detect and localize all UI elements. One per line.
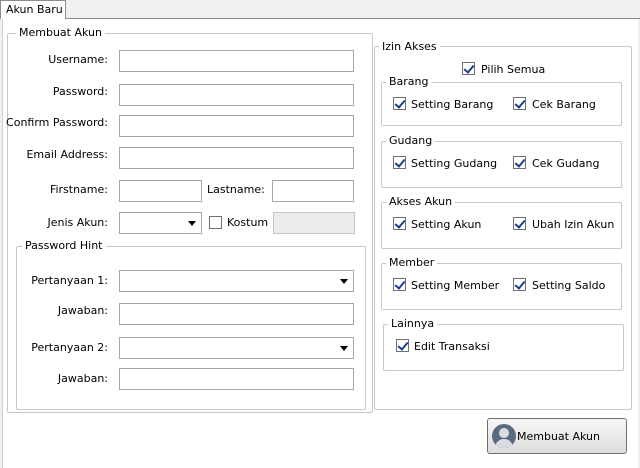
gudang-legend: Gudang (386, 135, 436, 147)
lainnya-legend: Lainnya (388, 318, 438, 330)
cek-gudang-label: Cek Gudang (532, 157, 600, 170)
pilih-semua-label: Pilih Semua (481, 63, 546, 76)
pertanyaan-1-label: Pertanyaan 1: (31, 274, 108, 287)
membuat-akun-button-label: Membuat Akun (517, 430, 600, 443)
pertanyaan-2-label: Pertanyaan 2: (31, 341, 108, 354)
chevron-down-icon (340, 279, 348, 284)
user-icon (492, 424, 516, 448)
setting-akun-checkbox[interactable] (393, 217, 406, 230)
kostum-label: Kostum (227, 216, 269, 229)
kostum-input (273, 212, 355, 234)
chevron-down-icon (340, 346, 348, 351)
confirm-password-label: Confirm Password: (6, 116, 108, 129)
setting-gudang-checkbox[interactable] (393, 156, 406, 169)
kostum-checkbox[interactable] (209, 216, 222, 229)
firstname-label: Firstname: (49, 183, 108, 196)
jawaban-2-input[interactable] (119, 368, 354, 390)
ubah-izin-akun-checkbox[interactable] (513, 217, 526, 230)
chevron-down-icon (188, 221, 196, 226)
password-label: Password: (52, 85, 108, 98)
jawaban-1-label: Jawaban: (57, 304, 108, 317)
setting-gudang-label: Setting Gudang (411, 157, 498, 170)
tab-label: Akun Baru (6, 3, 63, 16)
barang-legend: Barang (386, 76, 432, 88)
account-group-legend: Membuat Akun (16, 27, 105, 39)
jenis-akun-label: Jenis Akun: (47, 216, 108, 229)
setting-barang-label: Setting Barang (411, 98, 494, 111)
ubah-izin-akun-label: Ubah Izin Akun (532, 218, 615, 231)
email-label: Email Address: (26, 148, 108, 161)
jawaban-1-input[interactable] (119, 303, 354, 325)
username-input[interactable] (119, 50, 354, 72)
email-input[interactable] (119, 147, 354, 169)
member-legend: Member (386, 257, 438, 269)
permissions-legend: Izin Akses (379, 41, 440, 53)
cek-barang-checkbox[interactable] (513, 97, 526, 110)
password-input[interactable] (119, 84, 354, 106)
cek-barang-label: Cek Barang (532, 98, 596, 111)
setting-saldo-label: Setting Saldo (532, 279, 606, 292)
pilih-semua-checkbox[interactable] (462, 62, 475, 75)
setting-barang-checkbox[interactable] (393, 97, 406, 110)
jawaban-2-label: Jawaban: (57, 372, 108, 385)
setting-akun-label: Setting Akun (411, 218, 482, 231)
setting-member-label: Setting Member (411, 279, 500, 292)
pertanyaan-2-select[interactable] (119, 337, 354, 359)
jenis-akun-select[interactable] (119, 212, 202, 234)
setting-member-checkbox[interactable] (393, 278, 406, 291)
lastname-label: Lastname: (207, 183, 265, 196)
confirm-password-input[interactable] (119, 115, 354, 137)
firstname-input[interactable] (119, 180, 202, 202)
edit-transaksi-checkbox[interactable] (396, 339, 409, 352)
akses-akun-legend: Akses Akun (386, 196, 456, 208)
tab-akun-baru[interactable]: Akun Baru (0, 0, 66, 19)
username-label: Username: (48, 53, 108, 66)
setting-saldo-checkbox[interactable] (513, 278, 526, 291)
edit-transaksi-label: Edit Transaksi (414, 340, 490, 353)
membuat-akun-button[interactable]: Membuat Akun (487, 418, 627, 454)
cek-gudang-checkbox[interactable] (513, 156, 526, 169)
password-hint-legend: Password Hint (22, 240, 106, 252)
pertanyaan-1-select[interactable] (119, 270, 354, 292)
lastname-input[interactable] (272, 180, 354, 202)
